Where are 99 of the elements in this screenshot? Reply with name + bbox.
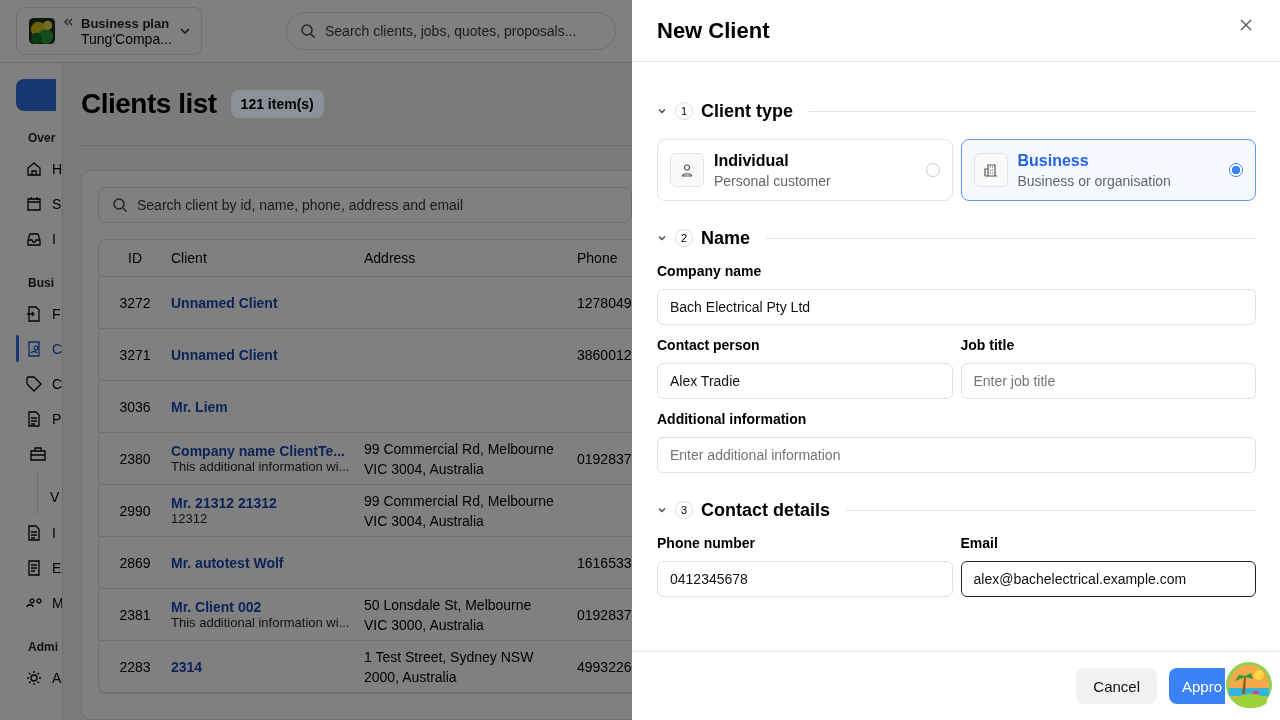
table-cell: 0192837	[577, 606, 632, 623]
company-name: Tung'Compa...	[81, 30, 173, 47]
option-description: Business or organisation	[1017, 172, 1172, 189]
column-header: Client	[171, 250, 208, 266]
sidebar-item[interactable]: I	[0, 515, 62, 550]
table-cell: 99 Commercial Rd, Melbourne VIC 3004, Australia	[364, 492, 554, 529]
sidebar-item[interactable]: E	[0, 550, 62, 585]
sidebar-subitem[interactable]: V	[50, 489, 62, 511]
person-icon	[680, 163, 694, 177]
item-count: 121 item(s)	[230, 90, 324, 118]
field-label: Additional information	[657, 411, 808, 427]
table-cell-text: 2283	[118, 658, 152, 675]
sidebar-item[interactable]: S	[0, 186, 62, 221]
option-label: Business	[1017, 151, 1090, 170]
input-field[interactable]: alex@bachelectrical.example.com	[960, 561, 1256, 597]
table-cell-text: 2380	[118, 450, 152, 467]
table-cell: 1278049	[577, 294, 632, 311]
sidebar-section-label: Admi	[28, 640, 59, 654]
client-link[interactable]: 2314	[171, 658, 364, 675]
client-note: This additional information wi...	[171, 615, 351, 630]
client-link[interactable]: Mr. autotest Wolf	[171, 554, 364, 571]
drawer-title: New Client	[657, 17, 770, 44]
document-icon	[26, 524, 42, 541]
client-link[interactable]: Mr. 21312 21312	[171, 495, 364, 511]
sidebar-item[interactable]: C	[0, 366, 62, 401]
client-note: 12312	[171, 511, 209, 526]
calendar-icon	[26, 195, 42, 212]
chevron-down-icon[interactable]	[657, 233, 667, 243]
chevron-down-icon	[179, 25, 191, 37]
table-cell: 50 Lonsdale St, Melbourne VIC 3000, Australia	[364, 596, 532, 633]
sidebar-item[interactable]: I	[0, 221, 62, 256]
section-title: Client type	[701, 100, 793, 122]
briefcase-icon	[30, 445, 46, 462]
sidebar-section-label: Busi	[28, 276, 55, 290]
input-field[interactable]: Bach Electrical Pty Ltd	[657, 289, 1256, 325]
client-link[interactable]: Unnamed Client	[171, 294, 364, 311]
home-icon	[26, 160, 42, 177]
import-icon	[26, 305, 42, 322]
client-type-option[interactable]: Individual Personal customer	[657, 139, 953, 201]
business-plan-switcher[interactable]: Business plan Tung'Compa...	[16, 7, 202, 55]
table-cell-text: 3271	[118, 346, 152, 363]
client-link[interactable]: Company name ClientTe...	[171, 443, 364, 459]
client-type-option[interactable]: Business Business or organisation	[960, 139, 1256, 201]
sidebar-item[interactable]: A	[0, 660, 62, 695]
search-field[interactable]: Search client by id, name, phone, address and email	[98, 187, 632, 223]
table-cell-text: 3272	[118, 294, 152, 311]
search-field[interactable]: Search clients, jobs, quotes, proposals...	[286, 12, 616, 50]
close-icon[interactable]	[1240, 18, 1252, 31]
field-label: Email	[960, 535, 999, 551]
input-field[interactable]: 0412345678	[657, 561, 953, 597]
page-title: Clients list	[81, 88, 217, 120]
chevron-down-icon[interactable]	[657, 505, 667, 515]
chevron-down-icon[interactable]	[657, 106, 667, 116]
building-icon	[983, 163, 998, 177]
column-header: Address	[364, 249, 417, 268]
table-cell-text: 2869	[118, 554, 152, 571]
sidebar-item[interactable]: H	[0, 151, 62, 186]
inbox-icon	[26, 230, 42, 247]
client-note: This additional information wi...	[171, 459, 351, 474]
input-field[interactable]: Enter job title	[960, 363, 1256, 399]
table-cell-text: 3036	[118, 398, 152, 415]
table-cell-text: 2990	[118, 502, 152, 519]
client-link[interactable]: Mr. Liem	[171, 398, 364, 415]
cancel-button[interactable]: Cancel	[1076, 668, 1157, 704]
double-chevron-left-icon	[62, 16, 74, 28]
field-label: Phone number	[657, 535, 756, 551]
field-label: Job title	[960, 337, 1016, 353]
option-label: Individual	[714, 151, 790, 170]
input-field[interactable]: Enter additional information	[657, 437, 1256, 473]
option-description: Personal customer	[714, 172, 832, 189]
table-cell: 3860012	[577, 346, 632, 363]
plan-label: Business plan	[81, 15, 171, 31]
contact-icon	[26, 340, 42, 357]
column-header: Phone	[577, 250, 619, 266]
tag-icon	[26, 375, 42, 392]
approve-button[interactable]: Appro	[1169, 668, 1225, 704]
sidebar-item[interactable]: P	[0, 401, 62, 436]
sidebar-item[interactable]: M	[0, 585, 62, 620]
table-cell-text: 2381	[118, 606, 152, 623]
radio-button[interactable]	[1229, 163, 1243, 177]
gear-icon	[26, 669, 42, 686]
table-cell: 1 Test Street, Sydney NSW 2000, Australia	[364, 648, 534, 685]
field-label: Company name	[657, 263, 763, 279]
column-header: ID	[127, 250, 143, 266]
document-icon	[26, 410, 42, 427]
section-title: Contact details	[701, 499, 831, 521]
table-cell: 4993226	[577, 658, 632, 675]
table-cell: 99 Commercial Rd, Melbourne VIC 3004, Australia	[364, 440, 554, 477]
receipt-icon	[26, 559, 42, 576]
table-cell: 1616533	[577, 554, 632, 571]
client-link[interactable]: Unnamed Client	[171, 346, 364, 363]
table-cell: 0192837	[577, 450, 632, 467]
sidebar-item[interactable]: C	[0, 331, 62, 366]
sidebar-item[interactable]: F	[0, 296, 62, 331]
sidebar-section-label: Over	[28, 131, 57, 145]
field-label: Contact person	[657, 337, 761, 353]
input-field[interactable]: Alex Tradie	[657, 363, 953, 399]
section-title: Name	[701, 227, 751, 249]
client-link[interactable]: Mr. Client 002	[171, 599, 364, 615]
